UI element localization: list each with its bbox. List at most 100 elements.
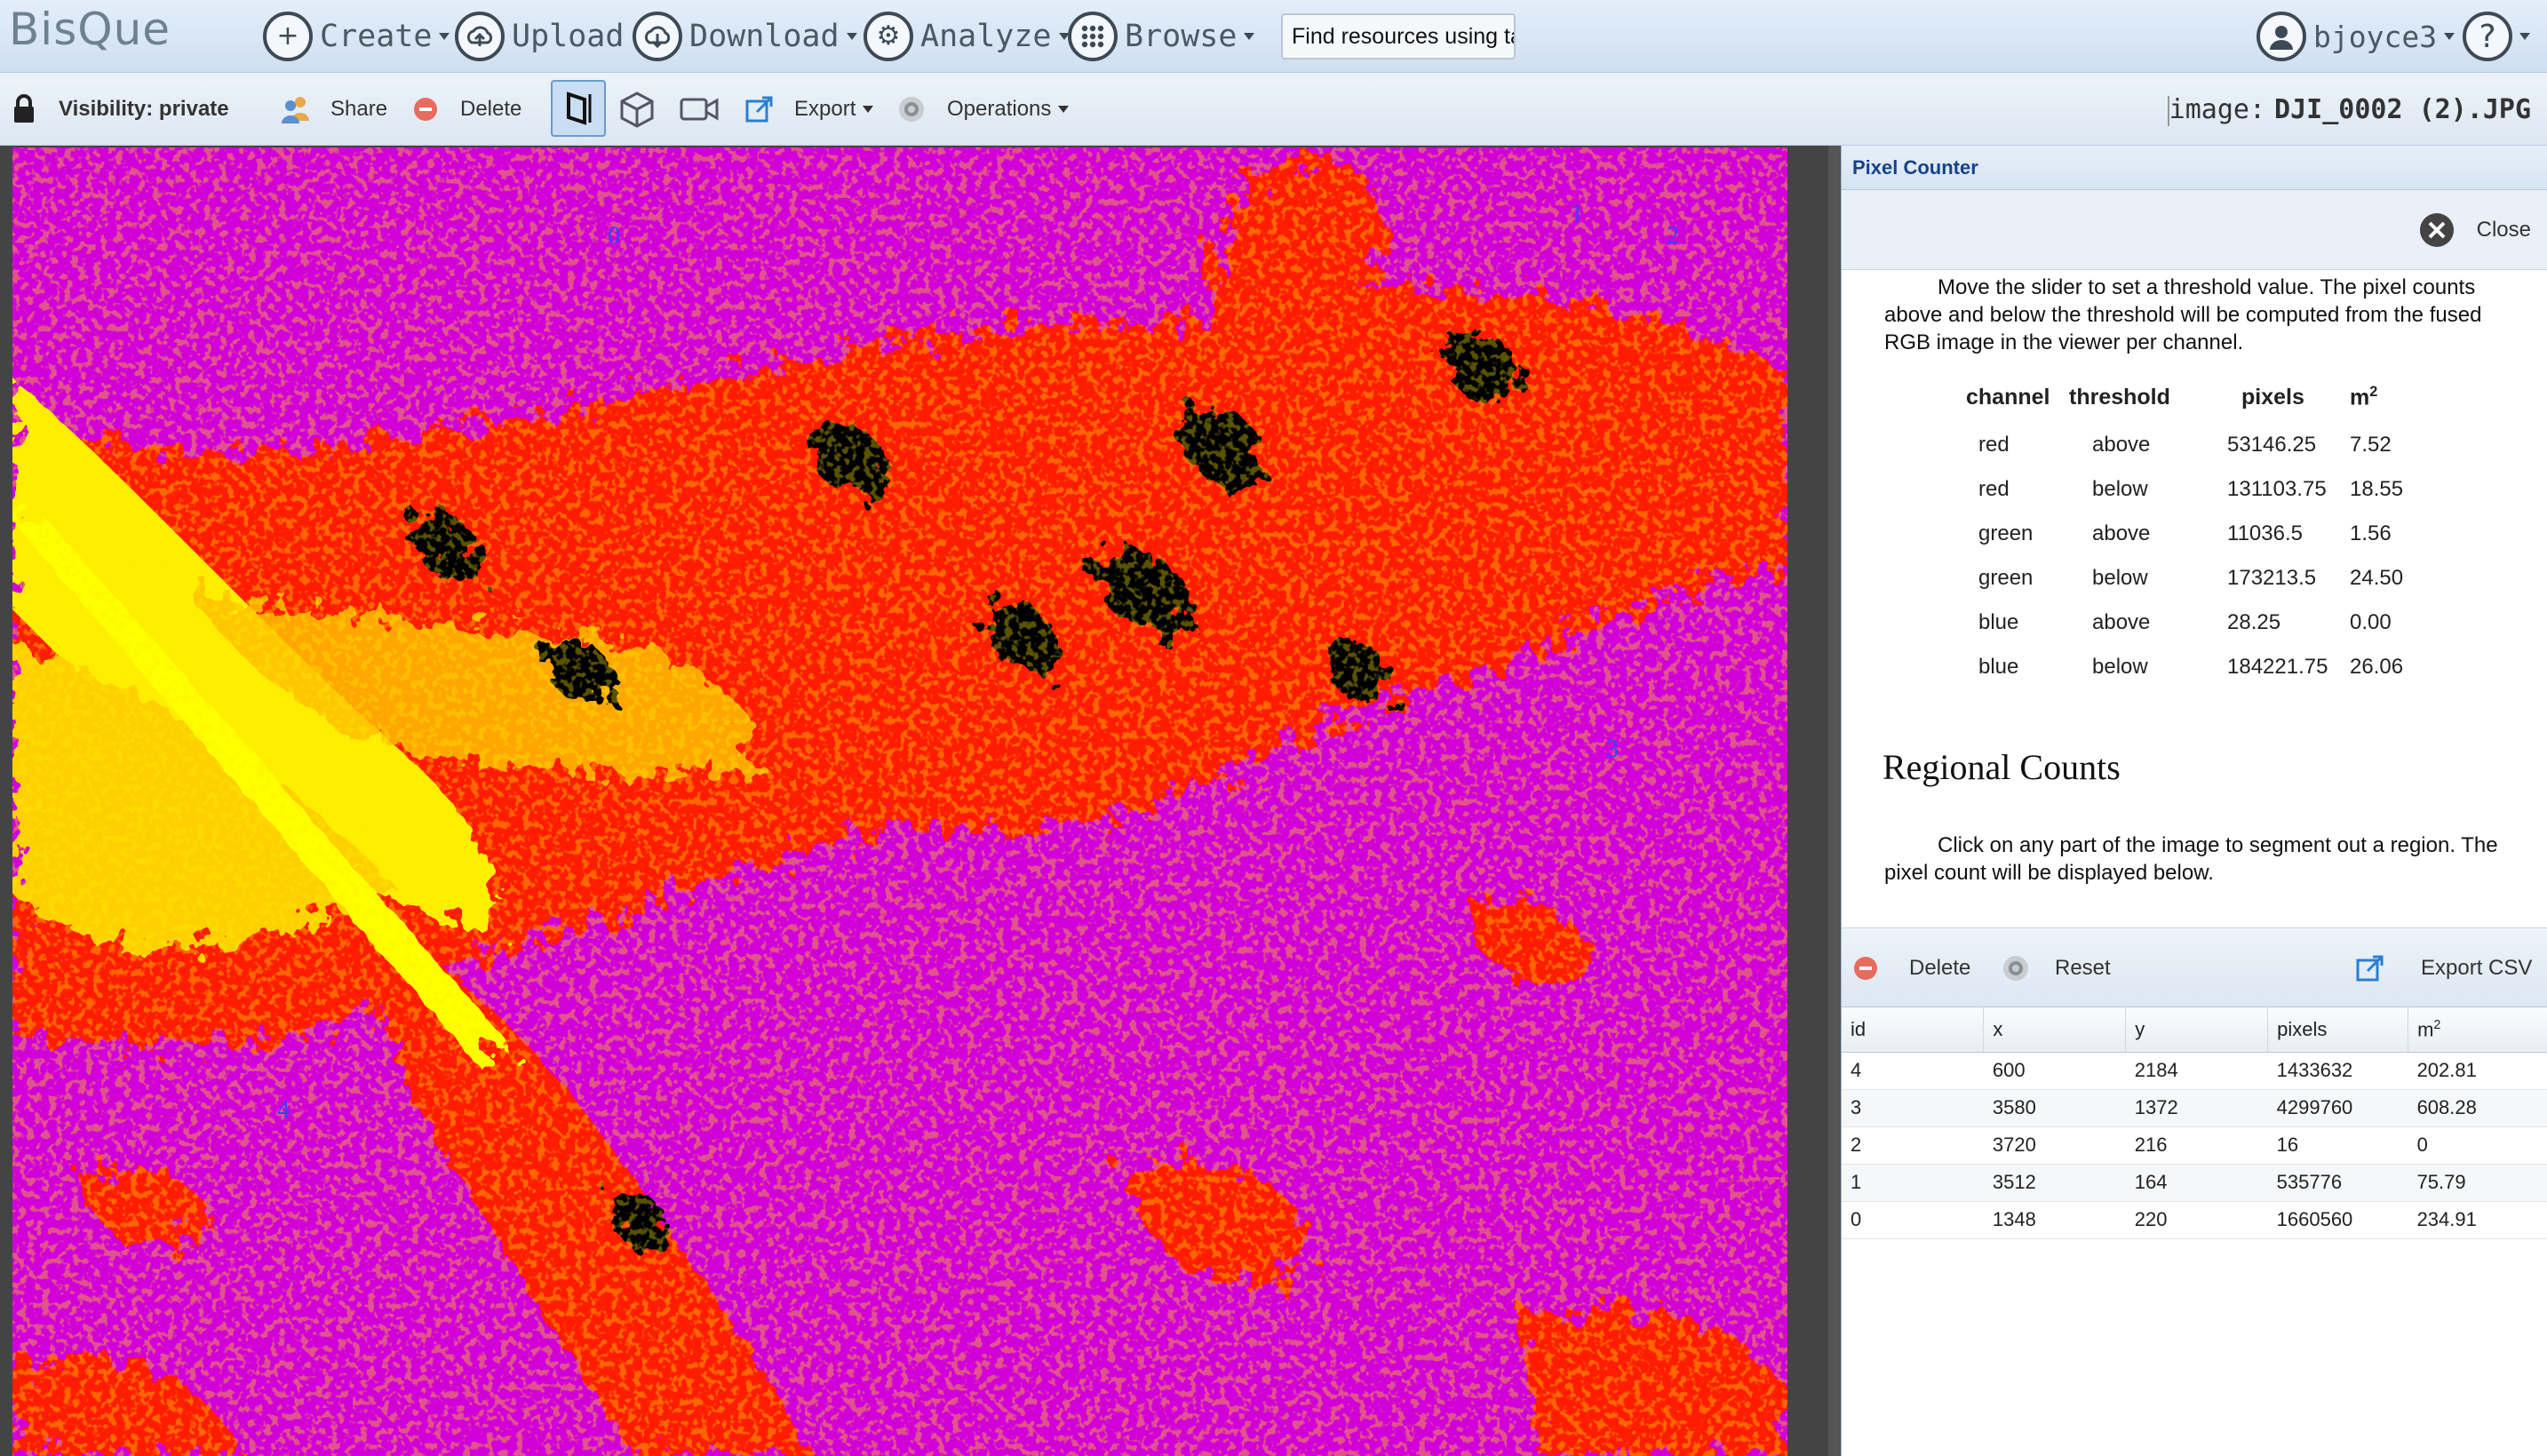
pixels-cell: 1660560 <box>2267 1201 2408 1239</box>
grid-col-pixels[interactable]: pixels <box>2267 1007 2409 1053</box>
export-label: Export <box>794 97 856 121</box>
y-cell: 164 <box>2125 1164 2268 1202</box>
panel-splitter[interactable] <box>1828 146 1841 1456</box>
cloud-upload-icon <box>455 12 505 61</box>
grid-col-y[interactable]: y <box>2125 1007 2269 1053</box>
grid-col-area[interactable]: m2 <box>2408 1007 2547 1053</box>
x-cell: 3512 <box>1983 1164 2126 1202</box>
col-threshold: threshold <box>2069 384 2170 410</box>
pixels-cell: 4299760 <box>2267 1089 2408 1127</box>
upload-button[interactable]: Upload <box>455 11 624 62</box>
chevron-down-icon <box>863 106 874 113</box>
search-input[interactable] <box>1281 13 1516 60</box>
grid-col-id[interactable]: id <box>1842 1007 1985 1053</box>
pixels-cell: 131103.75 <box>2227 477 2327 502</box>
region-label-3: 3 <box>1606 736 1619 763</box>
area-cell: 234.91 <box>2408 1201 2547 1239</box>
table-row[interactable]: 2 3720 216 16 0 <box>1842 1126 2547 1165</box>
region-label-1: 1 <box>1571 201 1583 228</box>
2d-plane-icon <box>567 91 592 125</box>
threshold-map[interactable] <box>12 147 1787 1456</box>
grid-col-x[interactable]: x <box>1983 1007 2127 1053</box>
pixels-cell: 16 <box>2267 1126 2408 1165</box>
3d-view-toggle[interactable] <box>618 73 656 146</box>
thresholded-image[interactable]: 0 1 2 3 4 <box>12 147 1787 1456</box>
regional-counts-description: Click on any part of the image to segmen… <box>1884 833 2498 885</box>
grid-icon <box>1068 12 1118 61</box>
2d-view-toggle[interactable] <box>551 80 606 137</box>
chevron-down-icon <box>439 33 450 40</box>
panel-title: Pixel Counter <box>1842 146 2547 190</box>
export-menu-button[interactable]: Export <box>744 73 874 146</box>
table-row[interactable]: 3 3580 1372 4299760 608.28 <box>1842 1089 2547 1127</box>
delete-label: Delete <box>460 97 522 121</box>
image-viewer[interactable]: 0 1 2 3 4 <box>0 146 1841 1456</box>
user-menu-button[interactable]: bjoyce3 <box>2256 11 2455 62</box>
region-reset-button[interactable]: Reset <box>2002 928 2111 1008</box>
region-label-0: 0 <box>608 222 620 250</box>
movie-view-toggle[interactable] <box>679 73 720 146</box>
chevron-down-icon <box>2444 33 2455 40</box>
regional-toolbar: Delete Reset Export CSV <box>1842 927 2547 1007</box>
id-cell: 4 <box>1842 1052 1984 1090</box>
x-cell: 600 <box>1983 1052 2126 1090</box>
share-label: Share <box>330 97 388 121</box>
image-title: image: DJI_0002 (2).JPG <box>2169 73 2531 146</box>
plus-icon: + <box>263 12 313 61</box>
pixels-cell: 53146.25 <box>2227 433 2317 457</box>
regional-counts-title: Regional Counts <box>1882 747 2121 787</box>
threshold-table-header: channel threshold pixels m2 <box>1966 384 2421 423</box>
visibility-toggle[interactable]: Visibility: private <box>12 73 229 146</box>
threshold-row: blue below 184221.75 26.06 <box>1966 645 2421 689</box>
help-icon: ? <box>2463 12 2512 61</box>
lock-icon <box>14 94 34 123</box>
chevron-down-icon <box>2519 33 2530 40</box>
export-csv-button[interactable]: Export CSV <box>2355 928 2532 1008</box>
operations-label: Operations <box>947 97 1052 121</box>
y-cell: 220 <box>2125 1201 2268 1239</box>
y-cell: 1372 <box>2125 1089 2268 1127</box>
download-menu-button[interactable]: Download <box>633 11 857 62</box>
chevron-down-icon <box>1058 106 1070 113</box>
operations-menu-button[interactable]: Operations <box>897 73 1070 146</box>
delete-icon <box>1854 957 1877 980</box>
3d-cube-icon <box>620 91 654 128</box>
create-menu-button[interactable]: + Create <box>263 11 450 62</box>
threshold-rows: red above 53146.25 7.52 red below 131103.75 18.… <box>1966 423 2421 689</box>
area-cell: 0 <box>2408 1126 2547 1165</box>
pixels-cell: 1433632 <box>2267 1052 2408 1090</box>
pixels-cell: 173213.5 <box>2227 566 2317 591</box>
area-cell: 608.28 <box>2408 1089 2547 1127</box>
create-label: Create <box>320 19 433 54</box>
table-row[interactable]: 4 600 2184 1433632 202.81 <box>1842 1052 2547 1090</box>
region-reset-label: Reset <box>2055 956 2111 980</box>
image-title-prefix: image: <box>2169 93 2266 125</box>
bisque-logo[interactable]: BisQue <box>9 4 171 55</box>
help-menu-button[interactable]: ? <box>2463 11 2530 62</box>
y-cell: 216 <box>2125 1126 2268 1165</box>
table-row[interactable]: 0 1348 220 1660560 234.91 <box>1842 1201 2547 1239</box>
analyze-menu-button[interactable]: ⚙ Analyze <box>864 11 1070 62</box>
channel-cell: green <box>1978 521 2034 546</box>
area-cell: 18.55 <box>2350 477 2404 502</box>
share-button[interactable]: Share <box>281 73 387 146</box>
threshold-row: red below 131103.75 18.55 <box>1966 467 2421 512</box>
export-csv-label: Export CSV <box>2421 956 2533 980</box>
download-label: Download <box>689 19 840 54</box>
user-avatar-icon <box>2256 12 2306 61</box>
table-row[interactable]: 1 3512 164 535776 75.79 <box>1842 1164 2547 1202</box>
channel-cell: red <box>1978 477 2010 502</box>
region-label-4: 4 <box>277 1096 290 1124</box>
region-delete-label: Delete <box>1909 956 1971 980</box>
channel-cell: blue <box>1978 655 2019 680</box>
chevron-down-icon <box>846 33 857 40</box>
col-channel: channel <box>1966 384 2050 410</box>
threshold-cell: above <box>2092 610 2151 635</box>
delete-button[interactable]: Delete <box>412 73 521 146</box>
col-area-unit: m <box>2350 385 2370 410</box>
reset-icon <box>2003 956 2028 981</box>
region-delete-button[interactable]: Delete <box>1852 928 1970 1008</box>
close-button[interactable]: Close <box>2418 208 2531 252</box>
browse-menu-button[interactable]: Browse <box>1068 11 1255 62</box>
image-filename: DJI_0002 (2).JPG <box>2274 93 2531 125</box>
